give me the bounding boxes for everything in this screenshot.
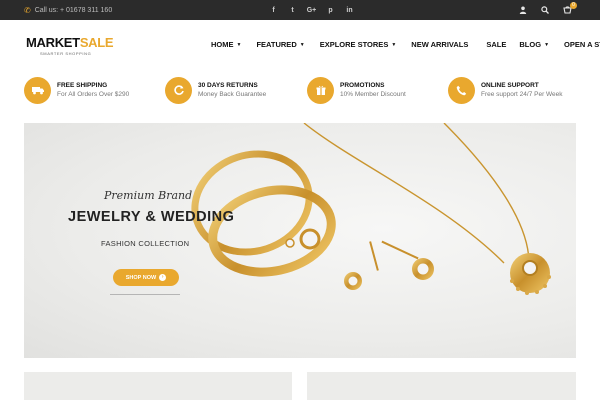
nav-home[interactable]: HOME ▼ — [211, 40, 241, 49]
google-plus-icon[interactable]: G+ — [302, 7, 321, 14]
phone-icon — [448, 76, 475, 104]
nav-explore-stores[interactable]: EXPLORE STORES ▼ — [320, 40, 397, 49]
hero-title: JEWELRY & WEDDING — [68, 209, 235, 225]
feature-desc: 10% Member Discount — [340, 91, 406, 98]
nav-open-a-store[interactable]: OPEN A STORE — [564, 40, 600, 49]
call-text: Call us: + 01678 311 160 — [34, 6, 113, 14]
twitter-icon[interactable]: t — [283, 7, 302, 14]
cart-count-badge: 0 — [570, 2, 577, 9]
feature-title: ONLINE SUPPORT — [481, 82, 539, 89]
truck-icon — [24, 76, 51, 104]
arrow-right-icon: › — [159, 274, 167, 281]
caret-down-icon: ▼ — [391, 41, 397, 48]
facebook-icon[interactable]: f — [264, 7, 283, 14]
nav-sale[interactable]: SALE — [486, 40, 506, 49]
nav-label: OPEN A STORE — [564, 40, 600, 49]
nav-featured[interactable]: FEATURED ▼ — [256, 40, 304, 49]
user-icon[interactable] — [519, 6, 527, 14]
hero-subtitle: FASHION COLLECTION — [101, 239, 190, 248]
hero-brand: Premium Brand — [104, 189, 193, 202]
gift-icon — [307, 76, 334, 104]
nav-label: BLOG — [519, 40, 542, 49]
feature-desc: Free support 24/7 Per Week — [481, 91, 563, 98]
nav-label: EXPLORE STORES — [319, 40, 389, 49]
top-bar: ✆ Call us: + 01678 311 160 f t G+ p in 0 — [0, 0, 600, 20]
return-icon — [165, 76, 192, 104]
feature-strip: FREE SHIPPING For All Orders Over $290 3… — [24, 75, 576, 105]
logo-name-part1: MARKET — [26, 35, 80, 50]
nav-label: NEW ARRIVALS — [411, 40, 469, 49]
nav-new-arrivals[interactable]: NEW ARRIVALS — [411, 40, 468, 49]
logo-wordmark: MARKETSALE — [26, 35, 114, 50]
feature-promotions: PROMOTIONS 10% Member Discount — [307, 75, 406, 105]
feature-free-shipping: FREE SHIPPING For All Orders Over $290 — [24, 75, 129, 105]
feature-title: 30 DAYS RETURNS — [198, 82, 258, 89]
caret-down-icon: ▼ — [299, 41, 305, 48]
hero-banner: Premium Brand JEWELRY & WEDDING FASHION … — [24, 123, 576, 358]
linkedin-icon[interactable]: in — [340, 7, 359, 14]
caret-down-icon: ▼ — [544, 41, 550, 48]
pinterest-icon[interactable]: p — [321, 7, 340, 14]
nav-label: FEATURED — [256, 40, 297, 49]
feature-title: PROMOTIONS — [340, 82, 385, 89]
social-links: f t G+ p in — [264, 0, 359, 20]
feature-desc: Money Back Guarantee — [198, 91, 267, 98]
hero-divider — [110, 294, 180, 295]
feature-support: ONLINE SUPPORT Free support 24/7 Per Wee… — [448, 75, 563, 105]
logo-tagline: SMARTER SHOPPING — [40, 51, 92, 56]
cart-button[interactable]: 0 — [563, 2, 577, 14]
nav-blog[interactable]: BLOG ▼ — [519, 40, 549, 49]
header-tools: 0 — [519, 0, 577, 20]
logo-name-part2: SALE — [79, 35, 114, 50]
feature-returns: 30 DAYS RETURNS Money Back Guarantee — [165, 75, 266, 105]
caret-down-icon: ▼ — [236, 41, 242, 48]
site-logo[interactable]: MARKETSALE SMARTER SHOPPING — [26, 35, 114, 56]
feature-title: FREE SHIPPING — [57, 82, 108, 89]
shop-now-label: SHOP NOW — [125, 274, 157, 281]
feature-desc: For All Orders Over $290 — [57, 91, 130, 98]
promo-card-left[interactable] — [24, 372, 292, 400]
phone-icon: ✆ — [24, 5, 31, 15]
nav-label: SALE — [486, 40, 507, 49]
promo-card-right[interactable] — [307, 372, 576, 400]
search-icon[interactable] — [541, 6, 549, 14]
main-nav: HOME ▼ FEATURED ▼ EXPLORE STORES ▼ NEW ARRI… — [211, 40, 600, 49]
contact-phone: ✆ Call us: + 01678 311 160 — [24, 0, 112, 20]
shop-now-button[interactable]: SHOP NOW › — [113, 269, 179, 286]
nav-label: HOME — [211, 40, 234, 49]
